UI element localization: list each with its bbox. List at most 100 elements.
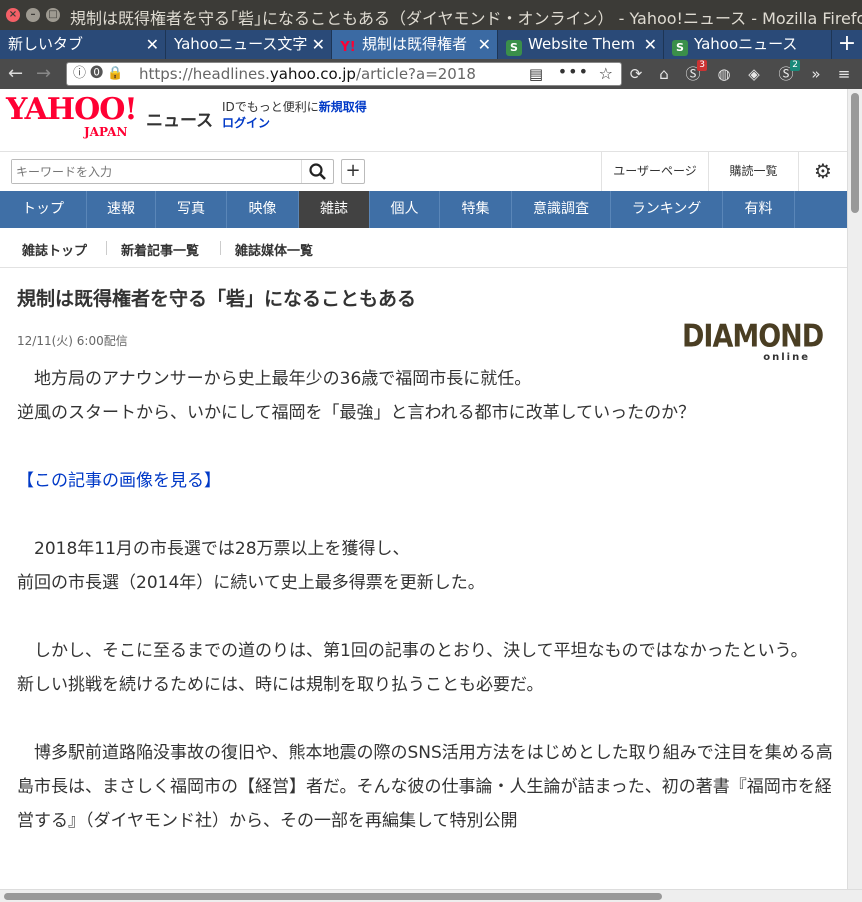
article: 規制は既得権者を守る「砦」になることもある 12/11(火) 6:00配信 DI… <box>0 268 847 889</box>
tab-article-active[interactable]: Y! 規制は既得権者 ✕ <box>332 30 498 59</box>
magazine-subnav: 雑誌トップ 新着記事一覧 雑誌媒体一覧 <box>0 228 847 268</box>
article-paragraph: しかし、そこに至るまでの道のりは、第1回の記事のとおり、決して平坦なものではなか… <box>17 641 808 661</box>
lock-icon: 🔒 <box>107 66 124 81</box>
badge-count: 3 <box>697 60 707 71</box>
tab-label: Yahooニュース <box>694 35 798 53</box>
category-video[interactable]: 映像 <box>227 191 299 228</box>
subnav-magazine-top[interactable]: 雑誌トップ <box>22 240 87 259</box>
logo-service-name: ニュース <box>146 111 214 131</box>
window-maximize-button[interactable]: □ <box>46 8 60 22</box>
tab-yahoo-news[interactable]: S Yahooニュース <box>664 30 832 59</box>
category-magazines[interactable]: 雑誌 <box>299 191 370 228</box>
search-row: + ユーザーページ 購読一覧 ⚙ <box>0 151 847 191</box>
article-paragraph: 地方局のアナウンサーから史上最年少の36歳で福岡市長に就任。 <box>17 369 532 389</box>
register-link[interactable]: 新規取得 <box>319 100 367 114</box>
forward-arrow-icon[interactable]: → <box>36 63 51 84</box>
category-features[interactable]: 特集 <box>440 191 512 228</box>
category-individual[interactable]: 個人 <box>370 191 440 228</box>
category-paid[interactable]: 有料 <box>723 191 795 228</box>
category-nav: トップ 速報 写真 映像 雑誌 個人 特集 意識調査 ランキング 有料 <box>0 191 847 228</box>
category-survey[interactable]: 意識調査 <box>512 191 611 228</box>
article-paragraph: 新しい挑戦を続けるためには、時には規制を取り払うことも必要だ。 <box>17 675 544 695</box>
category-photos[interactable]: 写真 <box>156 191 227 228</box>
tab-website-theme[interactable]: S Website Them ✕ <box>498 30 664 59</box>
extension-s-icon[interactable]: Ⓢ 3 <box>683 60 707 84</box>
overflow-chevron-icon[interactable]: » <box>806 64 826 84</box>
category-top[interactable]: トップ <box>0 191 87 228</box>
user-page-link[interactable]: ユーザーページ <box>601 152 708 191</box>
subscriptions-link[interactable]: 購読一覧 <box>708 152 798 191</box>
scrollbar-thumb[interactable] <box>851 93 859 213</box>
window-minimize-button[interactable]: – <box>26 8 40 22</box>
add-button[interactable]: + <box>341 159 365 184</box>
article-date: 12/11(火) 6:00配信 <box>17 334 128 348</box>
close-icon[interactable]: ✕ <box>478 30 491 59</box>
site-info-icon[interactable]: ⓘ ⓿ 🔒 <box>73 63 123 85</box>
tab-new-tab[interactable]: 新しいタブ ✕ <box>0 30 166 59</box>
url-text: https://headlines.yahoo.co.jp/article?a=… <box>139 65 476 83</box>
back-arrow-icon[interactable]: ← <box>8 63 23 84</box>
badge-count: 2 <box>790 60 800 71</box>
id-prompt-text: IDでもっと便利に <box>222 100 319 114</box>
category-breaking[interactable]: 速報 <box>87 191 156 228</box>
extension-stack-icon[interactable]: ◈ <box>744 64 764 84</box>
login-prompt: IDでもっと便利に新規取得 ログイン <box>222 99 367 131</box>
article-paragraph: 逆風のスタートから、いかにして福岡を「最強」と言われる都市に改革していったのか？ <box>17 403 696 423</box>
article-paragraph: 2018年11月の市長選では28万票以上を獲得し、 <box>17 539 410 559</box>
extension-check-icon[interactable]: ◍ <box>714 64 734 84</box>
diamond-online-logo[interactable]: DIAMOND online <box>682 319 824 363</box>
gear-icon[interactable]: ⚙ <box>798 152 847 191</box>
yahoo-news-logo[interactable]: YAHOO! JAPAN ニュース <box>6 92 213 140</box>
article-headline: 規制は既得権者を守る「砦」になることもある <box>17 288 417 310</box>
search-box <box>11 159 334 184</box>
tab-label: 規制は既得権者 <box>362 35 468 53</box>
stylish-favicon-icon: S <box>506 40 522 56</box>
tab-label: 新しいタブ <box>8 35 84 53</box>
tab-yahoo-news-text[interactable]: Yahooニュース文字 ✕ <box>166 30 332 59</box>
divider <box>106 241 107 255</box>
page-actions-icon[interactable]: ••• <box>558 63 589 83</box>
web-page: YAHOO! JAPAN ニュース IDでもっと便利に新規取得 ログイン + ユ… <box>0 89 847 889</box>
tab-label: Yahooニュース文字 <box>174 35 308 53</box>
tab-label: Website Them <box>528 35 636 53</box>
window-title: 規制は既得権者を守る｢砦｣になることもある（ダイヤモンド・オンライン） - Ya… <box>70 9 862 28</box>
subnav-new-articles[interactable]: 新着記事一覧 <box>121 240 199 259</box>
window-close-button[interactable]: × <box>6 8 20 22</box>
window-titlebar: × – □ 規制は既得権者を守る｢砦｣になることもある（ダイヤモンド・オンライン… <box>0 0 862 30</box>
home-icon[interactable]: ⌂ <box>654 64 674 84</box>
navigation-toolbar: ← → ⓘ ⓿ 🔒 https://headlines.yahoo.co.jp/… <box>0 59 862 89</box>
new-tab-button[interactable]: + <box>832 30 862 59</box>
view-images-link[interactable]: 【この記事の画像を見る】 <box>17 471 221 491</box>
subnav-magazine-list[interactable]: 雑誌媒体一覧 <box>235 240 313 259</box>
tab-bar: 新しいタブ ✕ Yahooニュース文字 ✕ Y! 規制は既得権者 ✕ S Websi… <box>0 30 862 59</box>
category-ranking[interactable]: ランキング <box>611 191 723 228</box>
logo-yahoo: YAHOO! <box>6 92 138 127</box>
close-icon[interactable]: ✕ <box>644 30 657 59</box>
yahoo-favicon-icon: Y! <box>340 40 356 55</box>
bookmark-star-icon[interactable]: ☆ <box>599 63 613 85</box>
url-bar[interactable]: ⓘ ⓿ 🔒 https://headlines.yahoo.co.jp/arti… <box>66 62 622 86</box>
reader-view-icon[interactable]: ▤ <box>529 63 543 85</box>
extension-stylus-icon[interactable]: Ⓢ 2 <box>776 60 800 84</box>
search-icon[interactable] <box>301 160 333 183</box>
article-paragraph: 博多駅前道路陥没事故の復旧や、熊本地震の際のSNS活用方法をはじめとした取り組み… <box>17 743 833 831</box>
logo-japan: JAPAN <box>84 125 128 139</box>
site-header: YAHOO! JAPAN ニュース IDでもっと便利に新規取得 ログイン <box>0 89 847 151</box>
article-body: 地方局のアナウンサーから史上最年少の36歳で福岡市長に就任。 逆風のスタートから… <box>17 362 833 838</box>
reload-icon[interactable]: ⟳ <box>626 64 646 84</box>
diamond-logo-text: DIAMOND <box>682 318 824 355</box>
article-paragraph: 前回の市長選（2014年）に続いて史上最多得票を更新した。 <box>17 573 485 593</box>
close-icon[interactable]: ✕ <box>312 30 325 59</box>
vertical-scrollbar[interactable] <box>847 89 862 889</box>
divider <box>220 241 221 255</box>
search-input[interactable] <box>12 160 302 183</box>
scrollbar-thumb[interactable] <box>4 893 662 900</box>
horizontal-scrollbar[interactable] <box>0 889 862 902</box>
login-link[interactable]: ログイン <box>222 116 270 130</box>
menu-hamburger-icon[interactable]: ≡ <box>834 64 854 84</box>
close-icon[interactable]: ✕ <box>146 30 159 59</box>
stylish-favicon-icon: S <box>672 40 688 56</box>
